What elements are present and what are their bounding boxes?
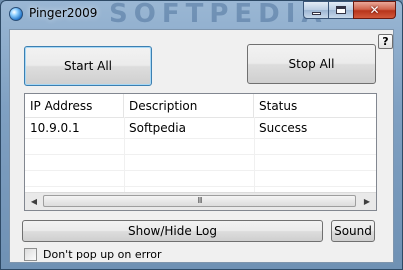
client-area: ? Start All Stop All IP Address Descript… [9, 29, 394, 263]
horizontal-scrollbar[interactable]: ◀ III ▶ [25, 192, 376, 210]
minimize-icon [311, 11, 321, 15]
column-header-status[interactable]: Status [254, 94, 376, 117]
close-icon: ✕ [369, 3, 380, 17]
show-hide-log-button[interactable]: Show/Hide Log [22, 220, 323, 242]
grid-line [25, 138, 376, 139]
list-header: IP Address Description Status [25, 94, 376, 118]
dont-popup-checkbox[interactable] [24, 247, 37, 261]
minimize-button[interactable] [303, 1, 329, 19]
app-globe-icon [9, 7, 23, 21]
maximize-icon [336, 6, 346, 14]
start-all-button[interactable]: Start All [24, 46, 152, 86]
cell-description: Softpedia [129, 121, 186, 135]
help-button[interactable]: ? [378, 34, 393, 49]
grid-line [25, 170, 376, 171]
sound-button[interactable]: Sound [331, 220, 375, 242]
stop-all-button[interactable]: Stop All [247, 44, 376, 84]
scroll-thumb[interactable]: III [43, 195, 356, 207]
column-header-description[interactable]: Description [124, 94, 254, 117]
watermark-logo: SOFTPEDIA [109, 0, 328, 29]
grid-line [25, 186, 376, 187]
scroll-right-icon[interactable]: ▶ [359, 194, 375, 209]
close-button[interactable]: ✕ [353, 1, 396, 19]
caption-buttons: ✕ [303, 1, 396, 20]
cell-ip: 10.9.0.1 [30, 121, 80, 135]
table-row[interactable]: 10.9.0.1 Softpedia Success [25, 118, 376, 138]
cell-status: Success [259, 121, 308, 135]
window-title: Pinger2009 [29, 6, 98, 20]
app-window: Pinger2009 SOFTPEDIA ✕ ? Start All Stop … [0, 0, 403, 270]
dont-popup-option[interactable]: Don't pop up on error [24, 246, 161, 262]
maximize-button[interactable] [328, 1, 354, 19]
ip-list-view[interactable]: IP Address Description Status 10.9.0.1 S… [24, 93, 377, 211]
scroll-left-icon[interactable]: ◀ [26, 194, 42, 209]
dont-popup-label: Don't pop up on error [43, 247, 162, 261]
column-header-ip[interactable]: IP Address [25, 94, 124, 117]
grid-line [25, 154, 376, 155]
title-bar[interactable]: Pinger2009 SOFTPEDIA ✕ [1, 0, 402, 29]
